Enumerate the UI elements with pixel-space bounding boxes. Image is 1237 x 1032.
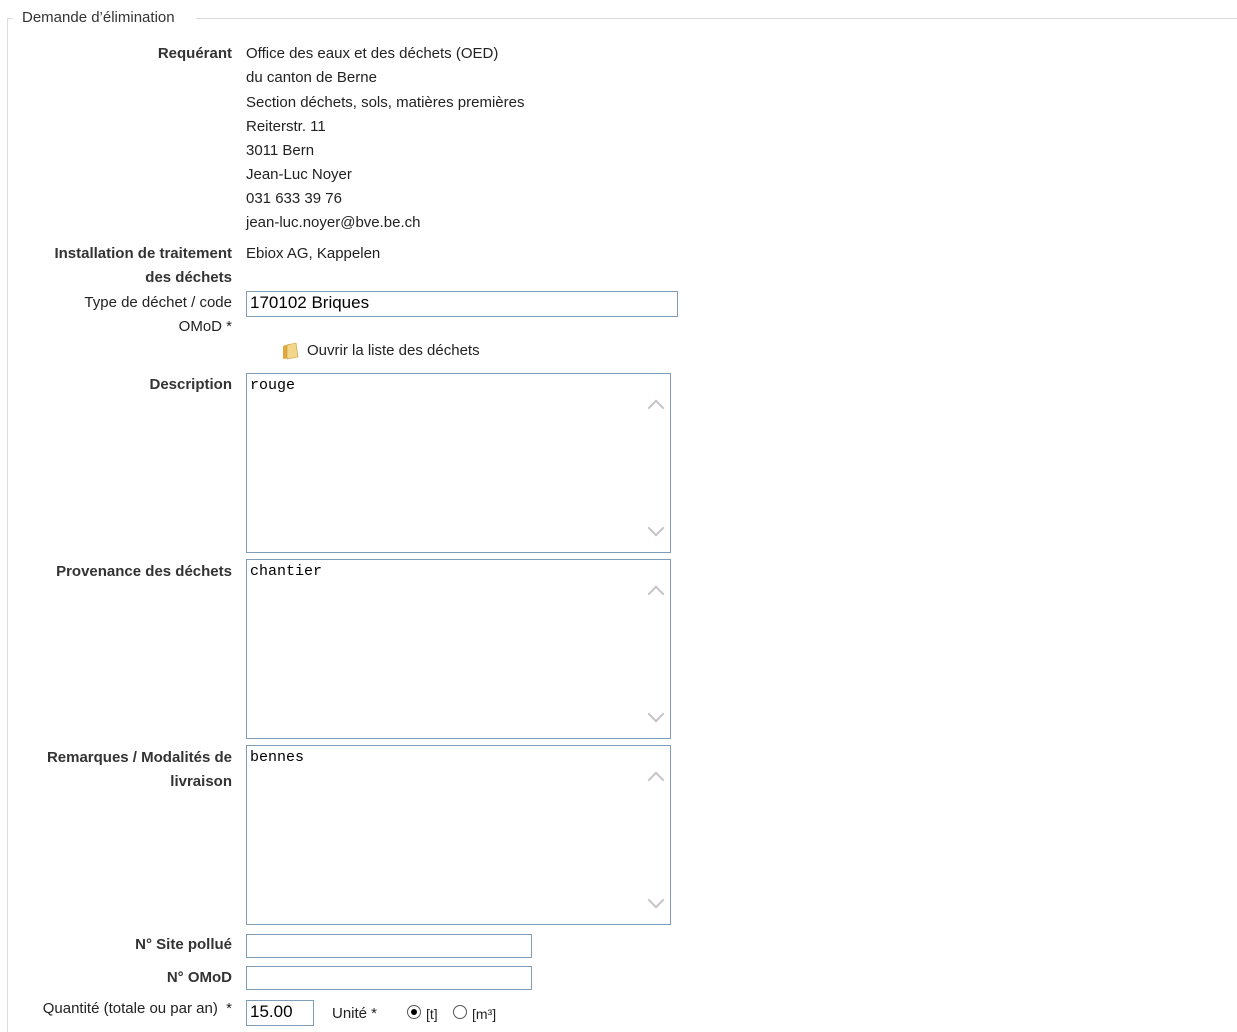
description-label: Description (149, 376, 232, 393)
unit-option-tonnes-label: [t] (426, 1006, 438, 1022)
requester-line-5: 3011 Bern (246, 142, 315, 159)
unit-label: Unité * (332, 1005, 378, 1022)
polluted-site-label: N° Site pollué (135, 936, 232, 953)
scroll-down-icon[interactable] (647, 519, 665, 537)
fieldset-legend: Demande d’élimination (20, 9, 177, 26)
facility-label-line-2: des déchets (145, 269, 232, 286)
fieldset-border-tick (7, 18, 13, 19)
unit-radio-cubic-meters[interactable] (453, 1005, 467, 1019)
waste-type-field[interactable]: 170102 Briques (246, 291, 678, 317)
waste-type-label-line-2: OMoD * (178, 318, 232, 335)
waste-type-label-line-1: Type de déchet / code (84, 294, 232, 311)
polluted-site-field[interactable] (246, 934, 532, 958)
requester-line-1: Office des eaux et des déchets (OED) (246, 45, 499, 62)
omod-number-field[interactable] (246, 966, 532, 990)
folder-icon[interactable] (281, 341, 301, 361)
remarks-text: bennes (250, 749, 305, 766)
requester-line-3: Section déchets, sols, matières première… (246, 94, 525, 111)
quantity-label: Quantité (totale ou par an) * (42, 1000, 232, 1017)
unit-option-cubic-meters-label: [m³] (472, 1006, 497, 1022)
requester-label: Requérant (157, 45, 232, 62)
requester-line-4: Reiterstr. 11 (246, 118, 326, 135)
requester-line-7: 031 633 39 76 (246, 190, 342, 207)
origin-textarea[interactable]: chantier (246, 559, 671, 739)
origin-text: chantier (250, 563, 323, 580)
scroll-down-icon[interactable] (647, 891, 665, 909)
facility-label-line-1: Installation de traitement (54, 245, 232, 262)
remarks-label-line-1: Remarques / Modalités de (46, 749, 232, 766)
omod-number-label: N° OMoD (166, 969, 232, 986)
requester-line-2: du canton de Berne (246, 69, 377, 86)
description-text: rouge (250, 377, 296, 394)
scroll-up-icon[interactable] (647, 584, 665, 603)
fieldset-border-top (196, 18, 1237, 19)
scroll-up-icon[interactable] (647, 770, 665, 789)
scroll-down-icon[interactable] (647, 705, 665, 723)
fieldset-border-left (7, 18, 8, 1032)
remarks-textarea[interactable]: bennes (246, 745, 671, 925)
requester-line-6: Jean-Luc Noyer (246, 166, 352, 183)
remarks-label-line-2: livraison (170, 773, 232, 790)
facility-value: Ebiox AG, Kappelen (246, 245, 381, 262)
origin-label: Provenance des déchets (56, 563, 232, 580)
open-waste-list-link[interactable]: Ouvrir la liste des déchets (307, 339, 480, 363)
description-textarea[interactable]: rouge (246, 373, 671, 553)
requester-line-8: jean-luc.noyer@bve.be.ch (246, 214, 421, 231)
quantity-field[interactable]: 15.00 (246, 1000, 314, 1026)
scroll-up-icon[interactable] (647, 398, 665, 417)
unit-radio-tonnes[interactable] (407, 1005, 421, 1019)
